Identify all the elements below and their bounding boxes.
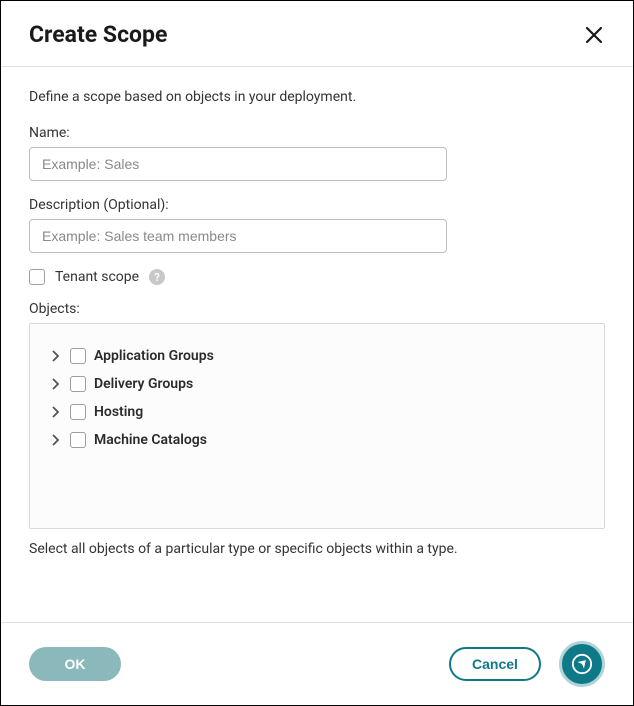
name-input[interactable] xyxy=(29,147,447,181)
tree-row-machine-catalogs: Machine Catalogs xyxy=(50,426,584,454)
description-label: Description (Optional): xyxy=(29,197,605,213)
navigate-icon[interactable] xyxy=(559,641,605,687)
tree-checkbox[interactable] xyxy=(70,432,86,448)
tree-row-hosting: Hosting xyxy=(50,398,584,426)
tenant-scope-label: Tenant scope xyxy=(55,269,139,285)
objects-box: Application Groups Delivery Groups Hosti… xyxy=(29,323,605,529)
tree-checkbox[interactable] xyxy=(70,348,86,364)
tree-row-application-groups: Application Groups xyxy=(50,342,584,370)
tree-checkbox[interactable] xyxy=(70,376,86,392)
dialog-content: Define a scope based on objects in your … xyxy=(1,67,633,622)
dialog-header: Create Scope xyxy=(1,1,633,67)
tree-row-delivery-groups: Delivery Groups xyxy=(50,370,584,398)
intro-text: Define a scope based on objects in your … xyxy=(29,89,605,105)
tree-label: Machine Catalogs xyxy=(94,432,207,448)
objects-label: Objects: xyxy=(29,301,605,317)
chevron-right-icon[interactable] xyxy=(50,378,62,390)
chevron-right-icon[interactable] xyxy=(50,406,62,418)
cancel-button[interactable]: Cancel xyxy=(449,647,541,681)
chevron-right-icon[interactable] xyxy=(50,434,62,446)
hint-text: Select all objects of a particular type … xyxy=(29,541,605,557)
close-icon[interactable] xyxy=(583,24,605,46)
chevron-right-icon[interactable] xyxy=(50,350,62,362)
ok-button[interactable]: OK xyxy=(29,647,121,681)
dialog-footer: OK Cancel xyxy=(1,622,633,705)
dialog-title: Create Scope xyxy=(29,21,167,48)
name-label: Name: xyxy=(29,125,605,141)
help-icon[interactable]: ? xyxy=(149,269,165,285)
tree-checkbox[interactable] xyxy=(70,404,86,420)
tenant-scope-checkbox[interactable] xyxy=(29,269,45,285)
tenant-scope-row: Tenant scope ? xyxy=(29,269,605,285)
tree-label: Hosting xyxy=(94,404,143,420)
tree-label: Application Groups xyxy=(94,348,214,364)
tree-label: Delivery Groups xyxy=(94,376,193,392)
description-input[interactable] xyxy=(29,219,447,253)
